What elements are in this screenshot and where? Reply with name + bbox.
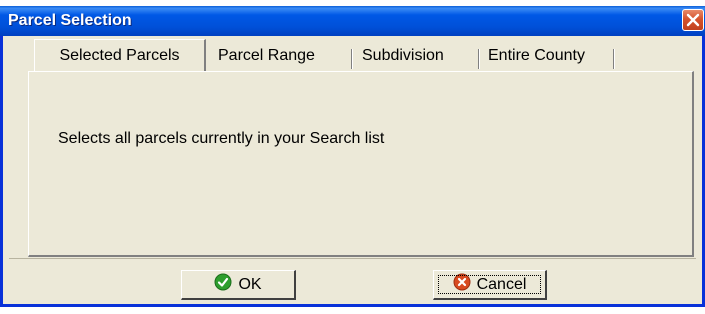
tab-selected-parcels[interactable]: Selected Parcels [34, 39, 206, 71]
ok-label: OK [238, 275, 262, 293]
tab-parcel-range[interactable]: Parcel Range [218, 41, 315, 70]
cancel-label: Cancel [476, 275, 527, 293]
tab-entire-county[interactable]: Entire County [488, 41, 585, 70]
tab-subdivision[interactable]: Subdivision [362, 41, 444, 70]
close-button[interactable] [682, 9, 704, 31]
window-title: Parcel Selection [8, 12, 132, 29]
tab-panel: Selects all parcels currently in your Se… [28, 71, 694, 257]
cancel-icon [453, 273, 471, 296]
tab-separator [350, 49, 352, 69]
cancel-button[interactable]: Cancel [433, 270, 547, 300]
ok-button[interactable]: OK [181, 270, 296, 300]
panel-description: Selects all parcels currently in your Se… [58, 130, 385, 147]
divider [9, 258, 696, 259]
tab-separator [612, 49, 614, 69]
check-icon [214, 273, 232, 296]
title-bar[interactable]: Parcel Selection [0, 6, 705, 36]
tab-separator [477, 49, 479, 69]
close-icon [686, 13, 700, 27]
